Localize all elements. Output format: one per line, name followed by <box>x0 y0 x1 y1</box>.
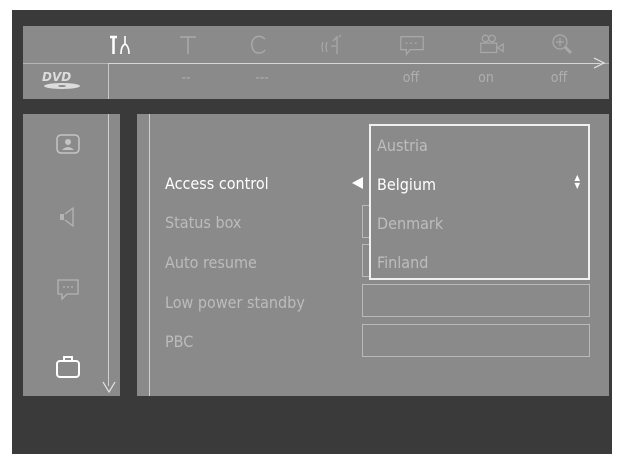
panel-divider <box>149 114 150 396</box>
chapter-icon[interactable] <box>243 31 275 59</box>
sound-setup-icon[interactable] <box>48 200 88 234</box>
selection-pointer-icon <box>352 177 363 189</box>
dropdown-option-belgium[interactable]: Belgium <box>377 175 436 194</box>
top-bar-separator <box>108 64 109 99</box>
picture-setup-icon[interactable] <box>48 128 88 162</box>
low-power-standby-field[interactable] <box>362 284 590 317</box>
status-title: -- <box>181 70 191 86</box>
status-chapter: --- <box>255 70 269 86</box>
nav-scroll-line <box>108 114 109 386</box>
status-subtitle: off <box>402 70 420 86</box>
menu-item-access-control[interactable]: Access control <box>165 174 269 193</box>
dvd-logo-text: DVD <box>42 70 71 84</box>
subtitle-icon[interactable] <box>396 31 428 59</box>
dropdown-option-finland[interactable]: Finland <box>377 253 428 272</box>
title-icon[interactable] <box>172 31 204 59</box>
features-setup-icon[interactable] <box>48 349 88 383</box>
angle-camera-icon[interactable] <box>476 31 508 59</box>
pbc-field[interactable] <box>362 324 590 357</box>
dvd-logo: DVD <box>42 70 80 89</box>
zoom-icon[interactable] <box>547 31 579 59</box>
scroll-down-icon[interactable]: ▼ <box>574 182 580 190</box>
menu-item-low-power-standby[interactable]: Low power standby <box>165 293 305 312</box>
right-arrow-icon <box>593 57 606 69</box>
status-angle: on <box>478 70 494 86</box>
menu-item-status-box[interactable]: Status box <box>165 213 241 232</box>
dropdown-option-austria[interactable]: Austria <box>377 136 428 155</box>
setup-tools-icon[interactable] <box>105 31 137 59</box>
language-setup-icon[interactable] <box>48 273 88 307</box>
menu-item-auto-resume[interactable]: Auto resume <box>165 253 257 272</box>
down-arrow-icon <box>102 381 116 394</box>
menu-item-pbc[interactable]: PBC <box>165 332 193 351</box>
audio-icon[interactable] <box>316 31 348 59</box>
dropdown-option-denmark[interactable]: Denmark <box>377 214 443 233</box>
status-zoom: off <box>550 70 568 86</box>
country-dropdown[interactable]: Austria Belgium Denmark Finland ▲ ▼ <box>369 124 590 280</box>
scroll-updown-icon[interactable]: ▲ ▼ <box>574 174 580 190</box>
top-bar-arrow-line <box>108 63 600 64</box>
